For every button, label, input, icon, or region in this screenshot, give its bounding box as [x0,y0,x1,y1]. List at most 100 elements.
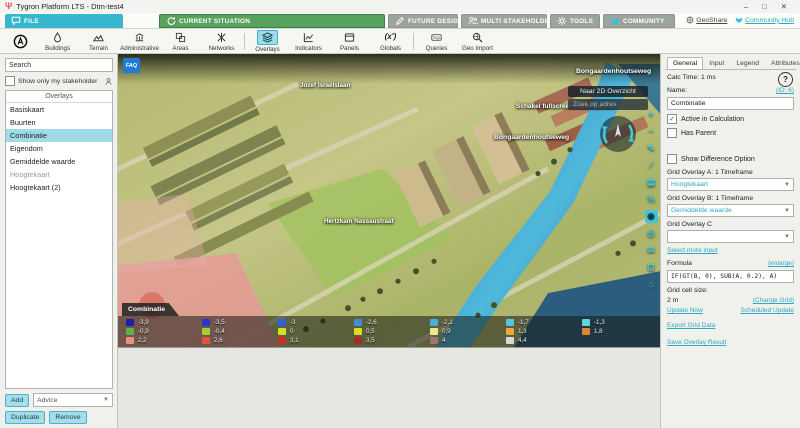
legend-entry: -3 [278,319,354,326]
ribbon-item-globals[interactable]: (x′)Globals [370,31,411,52]
show-difference-checkbox[interactable] [667,154,677,164]
tab-tools[interactable]: TOOLS [550,14,600,28]
stakeholder-filter-icon[interactable] [104,77,113,86]
home-icon[interactable]: ⌂ [645,278,658,291]
grid-overlay-b-select[interactable]: Gemiddelde waarde▼ [667,204,794,217]
overlay-list-item-buurten[interactable]: Buurten [6,116,112,129]
fullscreen-icon[interactable]: ⊡ [645,261,658,274]
ribbon-item-administrative[interactable]: Administrative [119,31,160,52]
ribbon-item-overlays[interactable]: Overlays [247,30,288,53]
ribbon-item-panels[interactable]: Panels [329,31,370,52]
overlay-properties-panel: GeneralInputLegendAttributes ? Calc Time… [660,54,800,428]
show-only-my-stakeholder-checkbox[interactable] [5,76,15,86]
refresh-icon [166,16,176,26]
ribbon-item-queries[interactable]: TSQLQueries [416,31,457,52]
panel-tab-input[interactable]: Input [703,57,730,69]
update-now-link[interactable]: Update Now [667,307,703,314]
ribbon-item-terrain[interactable]: Terrain [78,31,119,52]
search-input[interactable]: Search [5,58,113,72]
overlay-list-item-hoogtekaart-2[interactable]: Hoogtekaart (2) [6,181,112,194]
maximize-button[interactable]: □ [762,2,767,11]
formula-input[interactable]: IF(GT(B, 0), SUB(A, 0.2), A) [667,270,794,283]
legend-swatch [126,328,134,335]
overlays-list: Overlays BasiskaartBuurtenCombinatieEige… [5,90,113,389]
tab-community[interactable]: COMMUNITY [603,14,675,28]
legend-entry: -2,6 [354,319,430,326]
street-label: Jozef Israëlslaan [300,82,350,89]
viewport-area: FAQ Jozef Israëlslaan Bongaardenhoutseweg… [118,54,660,428]
change-grid-link[interactable]: (Change Grid) [753,297,794,304]
tygron-application-window: Ψ Tygron Platform LTS - Dtm-test4 – □ ✕ … [0,0,800,428]
select-more-input-link[interactable]: Select more input [667,247,794,254]
community-hub-link[interactable]: Community Hub [735,16,794,24]
legend-value: -0,4 [214,328,225,335]
geoshare-link[interactable]: GeoShare [686,16,727,24]
ribbon-item-networks[interactable]: Networks [201,31,242,52]
tygron-a-logo-icon [3,34,37,49]
add-type-dropdown[interactable]: Advice ▼ [33,393,113,407]
save-overlay-result-link[interactable]: Save Overlay Result [667,339,794,346]
add-button[interactable]: Add [5,394,29,407]
formula-label: Formula [667,260,692,267]
areas-icon [175,31,186,44]
help-button[interactable]: ? [778,72,793,87]
panel-tab-attributes[interactable]: Attributes [765,57,800,69]
address-search-input[interactable]: Zoek op adres [568,99,648,110]
legend-row: 2,22,63,13,544,4 [126,336,660,345]
globe-icon[interactable]: ◎ [645,227,658,240]
id-link[interactable]: (ID: 6) [776,87,794,94]
percent-icon[interactable]: % [645,193,658,206]
tab-current-situation[interactable]: CURRENT SITUATION [159,14,385,28]
legend-entry: 4,4 [506,337,582,344]
legend-value: -1,7 [518,319,529,326]
panel-tab-general[interactable]: General [667,57,703,69]
tab-file[interactable]: FILE [5,14,123,28]
tab-future-design[interactable]: FUTURE DESIGN [388,14,458,28]
overlay-list-item-basiskaart[interactable]: Basiskaart [6,103,112,116]
panel-tab-legend[interactable]: Legend [730,57,765,69]
compass-control[interactable] [596,112,640,161]
name-input[interactable]: Combinatie [667,97,794,110]
overlay-list-item-hoogtekaart[interactable]: Hoogtekaart [6,168,112,181]
show-difference-label: Show Difference Option [681,156,755,163]
scheduled-update-link[interactable]: Scheduled Update [741,307,795,314]
close-button[interactable]: ✕ [781,2,787,11]
overlay-list-item-combinatie[interactable]: Combinatie [6,129,112,142]
ribbon-item-indicators[interactable]: Indicators [288,31,329,52]
menu-tabs: FILE CURRENT SITUATIONFUTURE DESIGNMULTI … [5,14,678,28]
camera-icon[interactable]: ◉ [645,210,658,223]
grid-overlay-c-select[interactable]: ▼ [667,230,794,243]
has-parent-checkbox[interactable] [667,128,677,138]
map-3d-scene[interactable] [118,54,660,347]
export-grid-data-link[interactable]: Export Grid Data [667,322,794,329]
legend-swatch [278,328,286,335]
overlay-list-item-eigendom[interactable]: Eigendom [6,142,112,155]
show-only-my-stakeholder-label: Show only my stakeholder [18,78,97,85]
buildings-icon [52,31,63,44]
faq-button[interactable]: FAQ [123,58,140,73]
map-3d-viewport[interactable]: FAQ Jozef Israëlslaan Bongaardenhoutseweg… [118,54,660,348]
zoom-out-icon[interactable]: − [645,125,658,138]
zoom-in-icon[interactable]: + [645,108,658,121]
chat-icon[interactable]: ✉ [645,244,658,257]
tab-multi-stakeholder[interactable]: MULTI STAKEHOLDER [461,14,547,28]
to-2d-overview-button[interactable]: Naar 2D Overzicht [568,86,648,97]
overlay-list-item-gemiddelde-waarde[interactable]: Gemiddelde waarde [6,155,112,168]
ribbon-item-areas[interactable]: Areas [160,31,201,52]
ribbon-item-buildings[interactable]: Buildings [37,31,78,52]
duplicate-button[interactable]: Duplicate [5,411,45,424]
layers-icon[interactable]: ▤ [645,176,658,189]
active-in-calculation-checkbox[interactable]: ✓ [667,114,677,124]
draw-icon[interactable]: ✎ [645,142,658,155]
grid-cell-size-value: 2 m [667,297,678,304]
minimize-button[interactable]: – [744,2,748,11]
measure-icon[interactable]: ∕ [645,159,658,172]
ribbon-item-geo-import[interactable]: Geo Import [457,31,498,52]
legend-entry: 0,5 [354,328,430,335]
panel-tabs: GeneralInputLegendAttributes [665,57,796,70]
remove-button[interactable]: Remove [49,411,86,424]
enlarge-link[interactable]: (enlarge) [768,260,794,267]
grid-overlay-a-select[interactable]: Hoogtekaart▼ [667,178,794,191]
legend-entry: 0,9 [430,328,506,335]
street-label: Bongaardenhoutseweg [494,134,569,141]
